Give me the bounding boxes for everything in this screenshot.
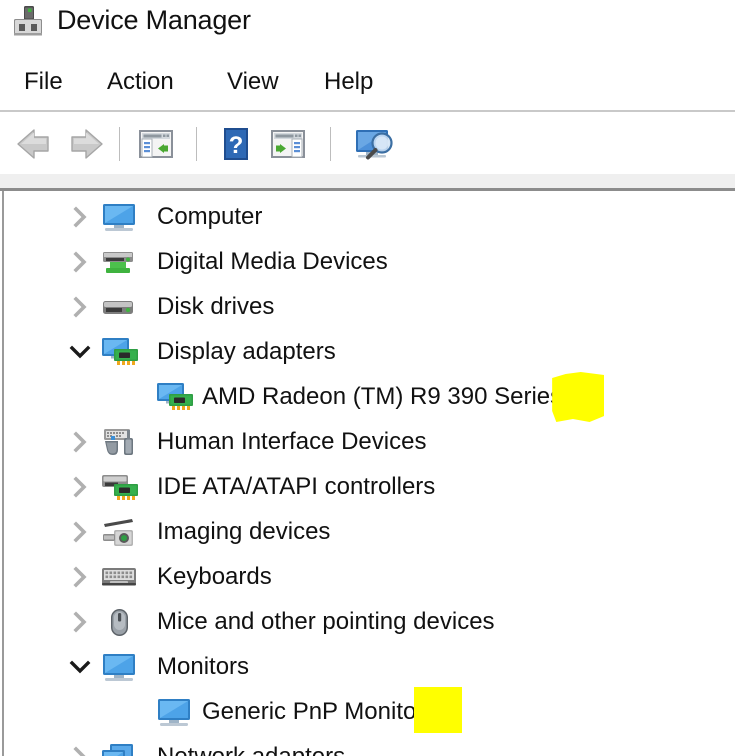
tree-item-mice-and-other-pointing-devices[interactable]: Mice and other pointing devices [0, 600, 735, 645]
chevron-right-icon[interactable] [68, 430, 92, 454]
yellow-highlight-marker [414, 687, 463, 733]
tree-item-label: AMD Radeon (TM) R9 390 Series [202, 383, 563, 410]
keyboard-icon [100, 563, 142, 593]
tree-item-network-adapters[interactable]: Network adapters [0, 735, 735, 756]
forward-arrow-icon[interactable] [66, 124, 106, 164]
menu-help[interactable]: Help [322, 62, 375, 102]
toolbar-separator [330, 127, 331, 161]
chevron-right-icon[interactable] [68, 565, 92, 589]
chevron-right-icon[interactable] [68, 250, 92, 274]
ide-controller-icon [100, 473, 142, 503]
device-tree-panel[interactable]: Computer Digital Media Devices Disk drives… [0, 191, 735, 756]
toolbar-separator [119, 127, 120, 161]
tree-item-label: Network adapters [157, 735, 345, 756]
disk-drive-icon [100, 293, 142, 323]
scan-hardware-changes-icon[interactable] [350, 124, 400, 164]
device-manager-icon [10, 4, 46, 38]
menu-action[interactable]: Action [105, 62, 176, 102]
mouse-icon [100, 608, 142, 638]
chevron-down-icon[interactable] [68, 340, 92, 364]
chevron-right-icon[interactable] [68, 610, 92, 634]
toolbar-strip [0, 174, 735, 188]
svg-text:?: ? [229, 132, 244, 159]
chevron-right-icon[interactable] [68, 295, 92, 319]
tree-item-label: Digital Media Devices [157, 248, 388, 275]
tree-item-label: Computer [157, 203, 263, 230]
tree-item-label: Monitors [157, 653, 250, 680]
tree-item-keyboards[interactable]: Keyboards [0, 555, 735, 600]
network-adapter-icon [100, 743, 142, 756]
tree-item-label: Disk drives [157, 293, 275, 320]
tree-item-human-interface-devices[interactable]: Human Interface Devices [0, 420, 735, 465]
page-title: Device Manager [57, 5, 251, 35]
tree-item-label: Mice and other pointing devices [157, 608, 495, 635]
tree-item-label: Keyboards [157, 563, 272, 590]
tree-item-monitors[interactable]: Monitors [0, 645, 735, 690]
tree-item-label: Imaging devices [157, 518, 331, 545]
tree-item-imaging-devices[interactable]: Imaging devices [0, 510, 735, 555]
chevron-right-icon[interactable] [68, 520, 92, 544]
tree-item-label: Human Interface Devices [157, 428, 427, 455]
tree-item-computer[interactable]: Computer [0, 195, 735, 240]
computer-monitor-icon [100, 203, 142, 233]
tree-item-amd-radeon-tm-r9-390-series[interactable]: AMD Radeon (TM) R9 390 Series [0, 375, 735, 420]
toolbar-separator [196, 127, 197, 161]
tree-item-label: IDE ATA/ATAPI controllers [157, 473, 436, 500]
chevron-right-icon[interactable] [68, 745, 92, 756]
tree-item-digital-media-devices[interactable]: Digital Media Devices [0, 240, 735, 285]
menu-bar: File Action View Help [0, 62, 735, 108]
yellow-highlight-marker [552, 372, 605, 422]
chevron-right-icon[interactable] [68, 475, 92, 499]
help-question-icon[interactable]: ? [216, 124, 256, 164]
tree-item-ide-ata-atapi-controllers[interactable]: IDE ATA/ATAPI controllers [0, 465, 735, 510]
tree-item-display-adapters[interactable]: Display adapters [0, 330, 735, 375]
chevron-down-icon[interactable] [68, 655, 92, 679]
display-adapter-icon [100, 338, 142, 368]
back-arrow-icon[interactable] [14, 124, 54, 164]
digital-media-device-icon [100, 248, 142, 278]
update-driver-window-icon[interactable] [268, 124, 308, 164]
display-adapter-icon [155, 383, 197, 413]
tree-item-generic-pnp-monitor[interactable]: Generic PnP Monitor [0, 690, 735, 735]
computer-monitor-icon [100, 653, 142, 683]
tree-item-label: Generic PnP Monitor [202, 698, 425, 725]
imaging-device-icon [100, 518, 142, 548]
computer-monitor-icon [155, 698, 197, 728]
menu-file[interactable]: File [22, 62, 65, 102]
toolbar: ? [0, 112, 735, 174]
tree-item-label: Display adapters [157, 338, 336, 365]
human-interface-device-icon [100, 428, 142, 458]
properties-window-icon[interactable] [136, 124, 176, 164]
chevron-right-icon[interactable] [68, 205, 92, 229]
tree-item-disk-drives[interactable]: Disk drives [0, 285, 735, 330]
menu-view[interactable]: View [225, 62, 281, 102]
title-bar: Device Manager [0, 0, 735, 52]
